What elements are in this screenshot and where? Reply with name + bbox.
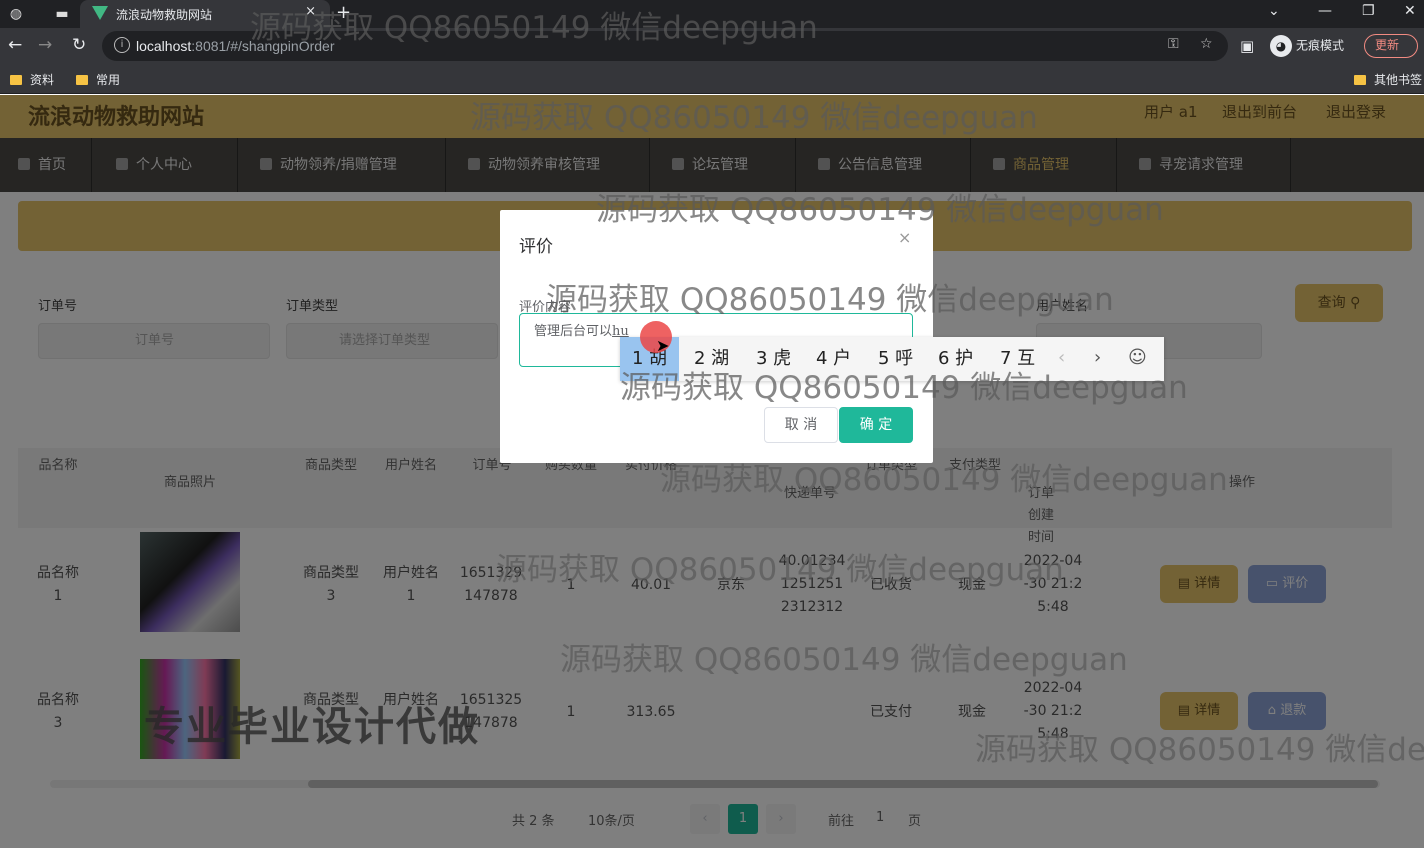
watermark: 源码获取 QQ86050149 微信deepguan <box>496 552 1064 588</box>
tab-search-icon[interactable]: ▬ <box>52 4 72 24</box>
side-panel-icon[interactable]: ▣ <box>1240 37 1254 55</box>
tab-title: 流浪动物救助网站 <box>116 8 213 22</box>
bookmark-folder-0[interactable]: 资料 <box>10 71 54 88</box>
window-close-icon[interactable]: ✕ <box>1404 3 1416 19</box>
key-icon[interactable]: ⚿ <box>1168 36 1179 52</box>
incognito-icon: ◕ <box>1270 35 1292 57</box>
folder-icon <box>1354 75 1366 85</box>
dialog-close-icon[interactable]: × <box>898 228 911 247</box>
reload-icon[interactable]: ↻ <box>72 35 86 55</box>
watermark: 源码获取 QQ86050149 微信deepguan <box>546 282 1114 318</box>
bookmark-star-icon[interactable]: ☆ <box>1200 36 1213 52</box>
restore-icon[interactable]: ❐ <box>1362 3 1375 19</box>
dialog-title: 评价 <box>519 237 553 257</box>
bookmarks-bar: 资料 常用 其他书签 <box>0 64 1424 94</box>
bookmark-folder-1[interactable]: 常用 <box>76 71 120 88</box>
incognito-indicator[interactable]: ◕ 无痕模式 <box>1270 35 1344 57</box>
minimize-icon[interactable]: — <box>1318 3 1332 19</box>
watermark: 源码获取 QQ86050149 微信deepguan <box>470 100 1038 136</box>
folder-icon <box>10 75 22 85</box>
cancel-button[interactable]: 取 消 <box>764 407 838 443</box>
mouse-cursor-icon: ➤ <box>656 336 670 355</box>
folder-icon <box>76 75 88 85</box>
promo-watermark: 专业毕业设计代做 <box>144 704 480 750</box>
watermark: 源码获取 QQ86050149 微信deep <box>975 732 1424 768</box>
watermark: 源码获取 QQ86050149 微信deepguan <box>250 10 818 46</box>
vue-logo-icon <box>92 6 108 20</box>
watermark: 源码获取 QQ86050149 微信deepguan <box>660 462 1228 498</box>
site-info-icon[interactable]: i <box>114 37 130 53</box>
tab-list-icon[interactable]: ⌄ <box>1268 3 1280 19</box>
watermark: 源码获取 QQ86050149 微信deepguan <box>560 642 1128 678</box>
watermark: 源码获取 QQ86050149 微信deepguan <box>620 370 1188 406</box>
forward-icon[interactable]: → <box>38 35 52 55</box>
back-icon[interactable]: ← <box>8 35 22 55</box>
confirm-button[interactable]: 确 定 <box>839 407 913 443</box>
watermark: 源码获取 QQ86050149 微信deepguan <box>596 192 1164 228</box>
browser-menu-icon[interactable]: ◍ <box>6 4 26 24</box>
update-button[interactable]: 更新 <box>1364 34 1418 58</box>
other-bookmarks[interactable]: 其他书签 <box>1354 71 1422 88</box>
